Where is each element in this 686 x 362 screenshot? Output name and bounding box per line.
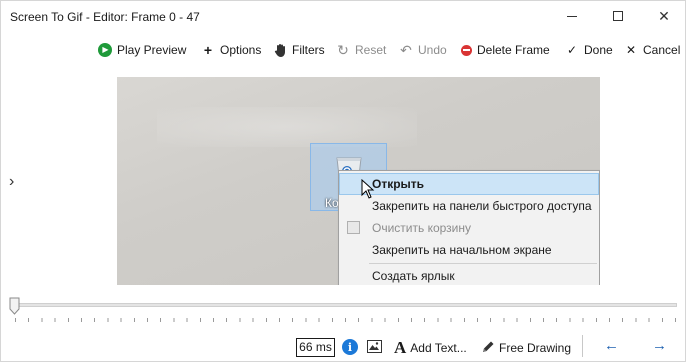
frame-canvas[interactable]: Ко Открыть Закрепить на панели быстрого … [117, 77, 600, 285]
close-icon: ✕ [658, 7, 670, 24]
next-frame-arrow-icon[interactable]: → [652, 337, 667, 354]
editor-window: Screen To Gif - Editor: Frame 0 - 47 ✕ ▶… [0, 0, 686, 362]
maximize-button[interactable] [595, 1, 641, 31]
window-title: Screen To Gif - Editor: Frame 0 - 47 [10, 10, 200, 24]
status-separator [582, 335, 583, 357]
status-bar: 66 ms i A Add Text... Free Drawing ← → [1, 333, 685, 361]
delete-frame-label: Delete Frame [477, 43, 550, 57]
undo-label: Undo [418, 43, 447, 57]
done-label: Done [584, 43, 613, 57]
done-button[interactable]: ✓ Done [565, 41, 613, 59]
undo-icon: ↶ [400, 42, 412, 58]
free-drawing-label: Free Drawing [499, 341, 572, 355]
hand-icon [273, 43, 287, 57]
reset-label: Reset [355, 43, 387, 57]
options-label: Options [220, 43, 262, 57]
add-text-label: Add Text... [410, 341, 467, 355]
play-preview-button[interactable]: ▶ Play Preview [98, 41, 186, 59]
canvas-highlight [157, 107, 417, 147]
add-text-button[interactable]: A Add Text... [394, 338, 467, 357]
timeline-ticks [15, 318, 677, 322]
play-preview-label: Play Preview [117, 43, 187, 57]
cancel-button[interactable]: ✕ Cancel [624, 41, 680, 59]
filters-button[interactable]: Filters [273, 41, 325, 59]
context-menu-item-empty-bin[interactable]: Очистить корзину [339, 217, 599, 239]
info-icon[interactable]: i [342, 339, 358, 355]
text-icon: A [394, 338, 407, 357]
minimize-button[interactable] [549, 1, 595, 31]
free-drawing-button[interactable]: Free Drawing [481, 339, 571, 357]
context-menu-item-create-shortcut[interactable]: Создать ярлык [339, 265, 599, 285]
cancel-label: Cancel [643, 43, 681, 57]
expand-panel-chevron-icon[interactable]: › [9, 173, 14, 191]
previous-frame-arrow-icon[interactable]: ← [604, 337, 619, 354]
pencil-icon [481, 340, 495, 357]
shield-icon [347, 221, 360, 234]
reset-icon: ↻ [337, 42, 349, 58]
recycle-bin-label: Ко [325, 196, 339, 210]
reset-button[interactable]: ↻ Reset [336, 41, 386, 59]
close-button[interactable]: ✕ [641, 1, 686, 31]
delete-icon [461, 44, 472, 56]
context-menu-item-pin-quick-access[interactable]: Закрепить на панели быстрого доступа [339, 195, 599, 217]
maximize-icon [613, 11, 623, 21]
frame-timeline-thumb[interactable] [9, 297, 20, 315]
frame-timeline-track[interactable] [15, 303, 677, 307]
context-menu-item-pin-start[interactable]: Закрепить на начальном экране [339, 239, 599, 261]
image-icon[interactable] [367, 340, 382, 353]
context-menu-separator [369, 263, 597, 264]
editor-toolbar: ▶ Play Preview + Options Filters ↻ Reset… [1, 35, 685, 65]
frame-delay-field[interactable]: 66 ms [296, 338, 335, 357]
context-menu: Открыть Закрепить на панели быстрого дос… [338, 170, 600, 285]
context-menu-item-open[interactable]: Открыть [339, 173, 599, 195]
options-button[interactable]: + Options [201, 41, 261, 59]
delete-frame-button[interactable]: Delete Frame [461, 41, 550, 59]
checkmark-icon: ✓ [566, 43, 578, 57]
play-icon: ▶ [98, 43, 112, 57]
minimize-icon [567, 15, 577, 17]
filters-label: Filters [292, 43, 325, 57]
cancel-x-icon: ✕ [625, 43, 637, 57]
empty-bin-label: Очистить корзину [372, 221, 471, 235]
plus-icon: + [203, 42, 213, 58]
undo-button[interactable]: ↶ Undo [399, 41, 447, 59]
mouse-cursor-icon [361, 179, 375, 199]
title-bar: Screen To Gif - Editor: Frame 0 - 47 ✕ [1, 1, 685, 33]
